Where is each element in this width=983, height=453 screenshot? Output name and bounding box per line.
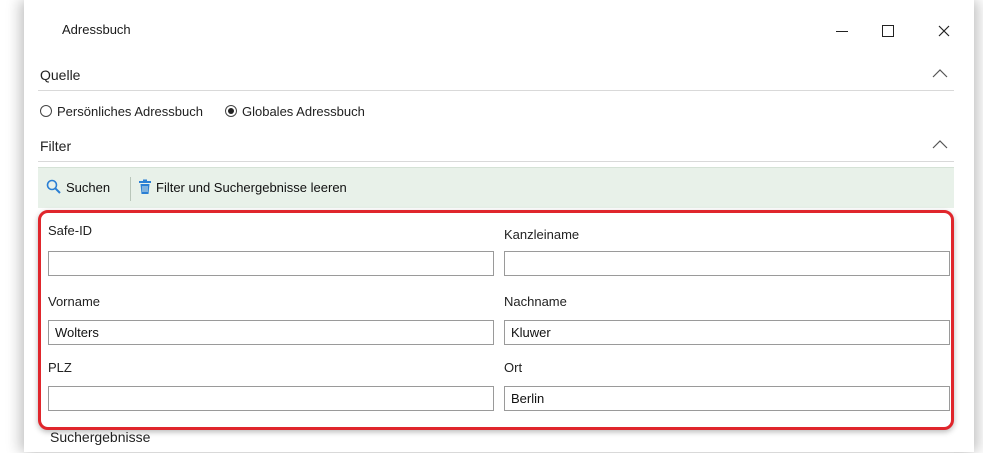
safe-id-input[interactable] xyxy=(48,251,494,276)
window-title: Adressbuch xyxy=(62,22,131,37)
radio-button-checked[interactable] xyxy=(224,105,237,117)
minimize-button[interactable] xyxy=(824,14,860,48)
clear-filter-button[interactable]: Filter und Suchergebnisse leeren xyxy=(138,179,347,195)
clear-filter-label: Filter und Suchergebnisse leeren xyxy=(156,179,347,195)
search-icon xyxy=(46,179,61,194)
kanzleiname-label: Kanzleiname xyxy=(504,227,580,242)
vorname-label: Vorname xyxy=(48,294,101,309)
section-header-quelle[interactable]: Quelle xyxy=(38,60,954,91)
chevron-up-icon[interactable] xyxy=(932,66,948,82)
nachname-label: Nachname xyxy=(504,294,567,309)
filter-fields-panel: Safe-ID Kanzleiname Vorname Nachname PLZ… xyxy=(38,210,954,430)
vorname-input[interactable] xyxy=(48,320,494,345)
safe-id-label: Safe-ID xyxy=(48,223,93,238)
section-header-results[interactable]: Suchergebnisse xyxy=(38,428,954,453)
radio-personal-addressbook[interactable]: Persönliches Adressbuch xyxy=(40,104,203,119)
ort-input[interactable] xyxy=(504,386,950,411)
kanzleiname-input[interactable] xyxy=(504,251,950,276)
search-button-label: Suchen xyxy=(66,179,111,195)
source-radio-group: Persönliches Adressbuch Globales Adressb… xyxy=(40,101,387,121)
plz-input[interactable] xyxy=(48,386,494,411)
radio-global-addressbook[interactable]: Globales Adressbuch xyxy=(224,103,365,119)
section-title-quelle: Quelle xyxy=(40,67,81,83)
section-title-results: Suchergebnisse xyxy=(50,429,151,445)
maximize-button[interactable] xyxy=(870,14,906,48)
radio-label: Persönliches Adressbuch xyxy=(57,103,203,119)
filter-toolbar: Suchen Filter und Suchergebnisse leeren xyxy=(38,167,954,208)
chevron-up-icon[interactable] xyxy=(932,137,948,153)
minimize-icon xyxy=(836,30,848,32)
nachname-input[interactable] xyxy=(504,320,950,345)
plz-label: PLZ xyxy=(48,360,72,375)
radio-label: Globales Adressbuch xyxy=(241,103,365,119)
ort-label: Ort xyxy=(504,360,523,375)
toolbar-divider xyxy=(130,177,131,201)
radio-button[interactable] xyxy=(40,105,52,117)
maximize-icon xyxy=(882,25,894,37)
trash-icon xyxy=(139,179,151,194)
section-header-filter[interactable]: Filter xyxy=(38,131,954,162)
search-button[interactable]: Suchen xyxy=(46,179,110,195)
close-button[interactable] xyxy=(926,14,962,48)
address-book-window: Adressbuch Quelle Persönliches Adressbuc… xyxy=(24,0,974,453)
section-title-filter: Filter xyxy=(40,138,72,154)
close-icon xyxy=(938,25,950,37)
title-bar: Adressbuch xyxy=(24,0,974,56)
